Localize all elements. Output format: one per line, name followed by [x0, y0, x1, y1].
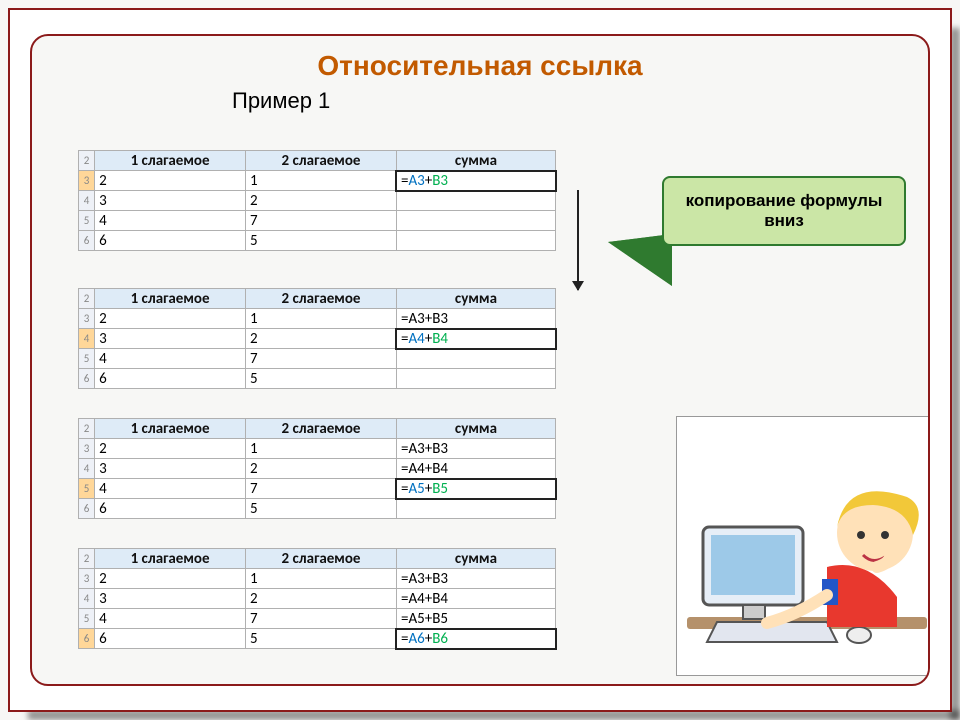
- cell: 2: [95, 309, 246, 329]
- cell: 7: [246, 609, 397, 629]
- row-header: 2: [79, 419, 95, 439]
- cell: 4: [95, 479, 246, 499]
- row-header: 3: [79, 309, 95, 329]
- row-header: 3: [79, 439, 95, 459]
- row-header: 4: [79, 329, 95, 349]
- cell: 2: [95, 569, 246, 589]
- cell: 3: [95, 191, 246, 211]
- down-arrow-icon: [577, 190, 579, 290]
- slide-title: Относительная ссылка: [32, 50, 928, 82]
- row-header: 3: [79, 569, 95, 589]
- row-header: 5: [79, 609, 95, 629]
- col-header-a: 1 слагаемое: [95, 549, 246, 569]
- row-header: 3: [79, 171, 95, 191]
- active-formula-cell: =A6+B6: [396, 629, 555, 649]
- cell: 2: [246, 459, 397, 479]
- cell: 1: [246, 439, 397, 459]
- cell: 1: [246, 309, 397, 329]
- row-header: 5: [79, 479, 95, 499]
- cell: 4: [95, 349, 246, 369]
- cell: =A3+B3: [396, 439, 555, 459]
- col-header-b: 2 слагаемое: [246, 289, 397, 309]
- cell: 4: [95, 211, 246, 231]
- cell: =A3+B3: [396, 309, 555, 329]
- cell: 6: [95, 499, 246, 519]
- cell: 1: [246, 171, 397, 191]
- callout-tail: [610, 236, 670, 282]
- row-header: 2: [79, 151, 95, 171]
- cell: 7: [246, 349, 397, 369]
- cell: [396, 369, 555, 389]
- col-header-c: сумма: [396, 419, 555, 439]
- cell: 6: [95, 629, 246, 649]
- col-header-b: 2 слагаемое: [246, 151, 397, 171]
- col-header-b: 2 слагаемое: [246, 549, 397, 569]
- cell: [396, 349, 555, 369]
- cell: 5: [246, 499, 397, 519]
- row-header: 5: [79, 349, 95, 369]
- slide-subtitle: Пример 1: [232, 88, 928, 114]
- row-header: 6: [79, 629, 95, 649]
- cell: 3: [95, 459, 246, 479]
- row-header: 6: [79, 231, 95, 251]
- callout-text: копирование формулы вниз: [672, 191, 896, 231]
- cell: 7: [246, 479, 397, 499]
- cell: [396, 231, 555, 251]
- row-header: 2: [79, 549, 95, 569]
- col-header-c: сумма: [396, 289, 555, 309]
- cell: 1: [246, 569, 397, 589]
- cell: 5: [246, 629, 397, 649]
- spreadsheet-3: 2 1 слагаемое 2 слагаемое сумма 3 2 1 =A…: [78, 418, 556, 519]
- cell: =A4+B4: [396, 459, 555, 479]
- cell: 7: [246, 211, 397, 231]
- cell: 6: [95, 231, 246, 251]
- row-header: 4: [79, 191, 95, 211]
- cell: 4: [95, 609, 246, 629]
- col-header-c: сумма: [396, 549, 555, 569]
- col-header-c: сумма: [396, 151, 555, 171]
- cell: [396, 499, 555, 519]
- slide-inner-frame: Относительная ссылка Пример 1 2 1 слагае…: [30, 34, 930, 686]
- spreadsheet-4: 2 1 слагаемое 2 слагаемое сумма 3 2 1 =A…: [78, 548, 556, 649]
- boy-with-computer-illustration: [676, 416, 930, 676]
- cell: [396, 211, 555, 231]
- col-header-b: 2 слагаемое: [246, 419, 397, 439]
- callout-bubble: копирование формулы вниз: [662, 176, 906, 246]
- cell: =A5+B5: [396, 609, 555, 629]
- row-header: 4: [79, 459, 95, 479]
- row-header: 6: [79, 369, 95, 389]
- row-header: 4: [79, 589, 95, 609]
- cell: 5: [246, 231, 397, 251]
- cell: 3: [95, 329, 246, 349]
- row-header: 6: [79, 499, 95, 519]
- slide-outer-frame: Относительная ссылка Пример 1 2 1 слагае…: [8, 8, 952, 712]
- row-header: 5: [79, 211, 95, 231]
- col-header-a: 1 слагаемое: [95, 151, 246, 171]
- cell: 2: [95, 171, 246, 191]
- cell: =A4+B4: [396, 589, 555, 609]
- cell: =A3+B3: [396, 569, 555, 589]
- cell: 6: [95, 369, 246, 389]
- cell: [396, 191, 555, 211]
- col-header-a: 1 слагаемое: [95, 289, 246, 309]
- col-header-a: 1 слагаемое: [95, 419, 246, 439]
- active-formula-cell: =A4+B4: [396, 329, 555, 349]
- active-formula-cell: =A3+B3: [396, 171, 555, 191]
- cell: 2: [95, 439, 246, 459]
- cell: 3: [95, 589, 246, 609]
- spreadsheet-1: 2 1 слагаемое 2 слагаемое сумма 3 2 1 =A…: [78, 150, 556, 251]
- cell: 5: [246, 369, 397, 389]
- cell: 2: [246, 191, 397, 211]
- row-header: 2: [79, 289, 95, 309]
- cell: 2: [246, 329, 397, 349]
- cell: 2: [246, 589, 397, 609]
- spreadsheet-2: 2 1 слагаемое 2 слагаемое сумма 3 2 1 =A…: [78, 288, 556, 389]
- active-formula-cell: =A5+B5: [396, 479, 555, 499]
